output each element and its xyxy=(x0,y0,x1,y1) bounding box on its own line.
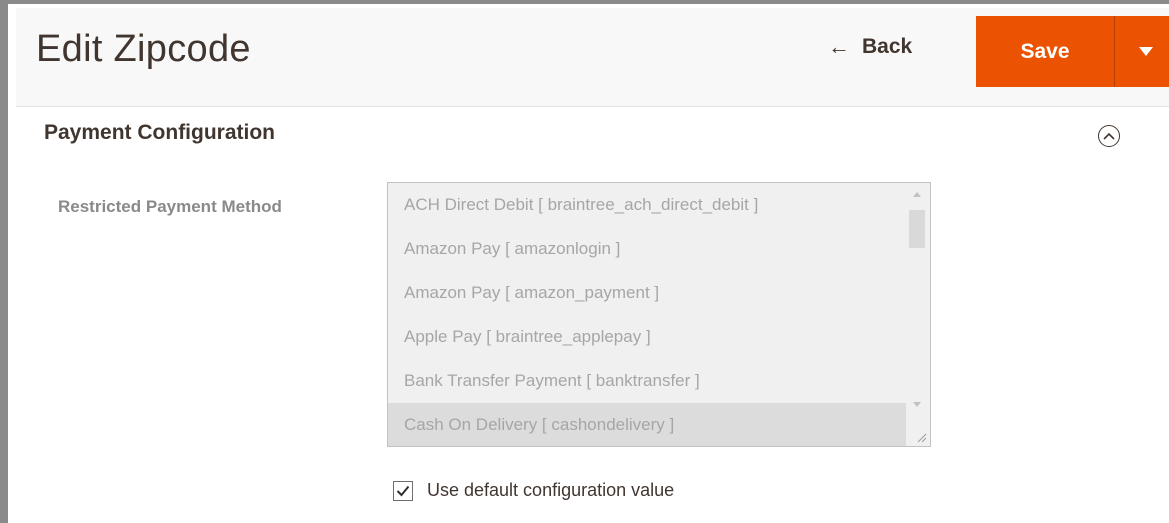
collapse-section-icon[interactable] xyxy=(1098,125,1120,147)
use-default-config-label[interactable]: Use default configuration value xyxy=(427,480,674,501)
chevron-up-icon xyxy=(1103,132,1115,140)
back-button[interactable]: ← Back xyxy=(828,34,912,60)
option-bank-transfer[interactable]: Bank Transfer Payment [ banktransfer ] xyxy=(388,359,906,403)
select-scrollbar[interactable] xyxy=(906,183,930,446)
resize-grip-icon[interactable] xyxy=(915,431,927,443)
option-apple-pay[interactable]: Apple Pay [ braintree_applepay ] xyxy=(388,315,906,359)
restricted-payment-method-label: Restricted Payment Method xyxy=(58,197,282,216)
option-amazon-pay-payment[interactable]: Amazon Pay [ amazon_payment ] xyxy=(388,271,906,315)
page-frame: Edit Zipcode ← Back Save Payment Configu… xyxy=(0,0,1169,523)
save-button[interactable]: Save xyxy=(976,16,1114,87)
page-header: Edit Zipcode ← Back Save xyxy=(16,8,1169,107)
option-cash-on-delivery[interactable]: Cash On Delivery [ cashondelivery ] xyxy=(388,403,906,446)
option-ach-direct-debit[interactable]: ACH Direct Debit [ braintree_ach_direct_… xyxy=(388,183,906,227)
save-split-button: Save xyxy=(976,16,1169,87)
option-amazon-pay-login[interactable]: Amazon Pay [ amazonlogin ] xyxy=(388,227,906,271)
scroll-thumb[interactable] xyxy=(909,210,925,248)
page-title: Edit Zipcode xyxy=(36,28,251,70)
restricted-payment-method-select[interactable]: ACH Direct Debit [ braintree_ach_direct_… xyxy=(387,182,931,447)
save-options-toggle[interactable] xyxy=(1115,16,1169,87)
scroll-up-icon[interactable] xyxy=(913,192,921,197)
back-button-label: Back xyxy=(862,35,913,58)
arrow-left-icon: ← xyxy=(828,34,850,59)
use-default-config-checkbox[interactable] xyxy=(393,480,413,501)
scroll-down-icon[interactable] xyxy=(913,402,921,407)
checkmark-icon xyxy=(396,485,410,496)
caret-down-icon xyxy=(1139,47,1153,56)
section-title[interactable]: Payment Configuration xyxy=(44,121,275,145)
use-default-config-row: Use default configuration value xyxy=(393,480,674,501)
